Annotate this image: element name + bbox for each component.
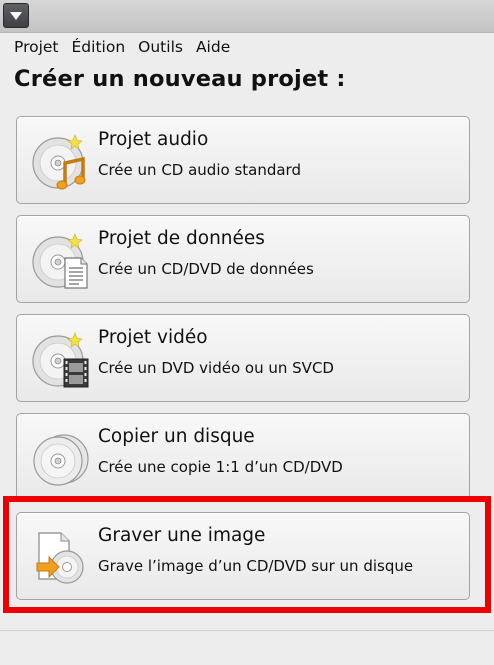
- copy-disc-button[interactable]: Copier un disque Crée une copie 1:1 d’un…: [16, 413, 470, 501]
- audio-project-title: Projet audio: [98, 129, 209, 150]
- menubar: Projet Édition Outils Aide: [0, 33, 494, 61]
- burn-image-description: Grave l’image d’un CD/DVD sur un disque: [98, 557, 414, 575]
- menu-projet[interactable]: Projet: [14, 38, 59, 56]
- copy-disc-description: Crée une copie 1:1 d’un CD/DVD: [98, 458, 343, 476]
- burn-image-title: Graver une image: [98, 525, 266, 546]
- burn-image-icon: [36, 532, 84, 584]
- video-project-description: Crée un DVD vidéo ou un SVCD: [98, 359, 334, 377]
- audio-cd-icon: [32, 134, 86, 190]
- page-title: Créer un nouveau projet :: [14, 66, 346, 92]
- data-project-button[interactable]: Projet de données Crée un CD/DVD de donn…: [16, 215, 470, 303]
- copy-disc-title: Copier un disque: [98, 426, 255, 447]
- video-project-button[interactable]: Projet vidéo Crée un DVD vidéo ou un SVC…: [16, 314, 470, 402]
- video-project-title: Projet vidéo: [98, 327, 208, 348]
- video-disc-icon: [32, 332, 89, 388]
- menu-outils[interactable]: Outils: [138, 38, 183, 56]
- data-project-description: Crée un CD/DVD de données: [98, 260, 314, 278]
- audio-project-description: Crée un CD audio standard: [98, 161, 301, 179]
- menu-edition[interactable]: Édition: [72, 38, 126, 56]
- bottom-divider: [0, 630, 494, 631]
- data-disc-icon: [32, 233, 88, 289]
- menu-aide[interactable]: Aide: [196, 38, 230, 56]
- audio-project-button[interactable]: Projet audio Crée un CD audio standard: [16, 116, 470, 204]
- window-menu-button[interactable]: [3, 3, 29, 28]
- copy-disc-icon: [33, 434, 89, 486]
- chevron-down-icon: [10, 11, 22, 20]
- window-titlebar: [0, 0, 494, 33]
- burn-image-button[interactable]: Graver une image Grave l’image d’un CD/D…: [16, 512, 470, 600]
- data-project-title: Projet de données: [98, 228, 265, 249]
